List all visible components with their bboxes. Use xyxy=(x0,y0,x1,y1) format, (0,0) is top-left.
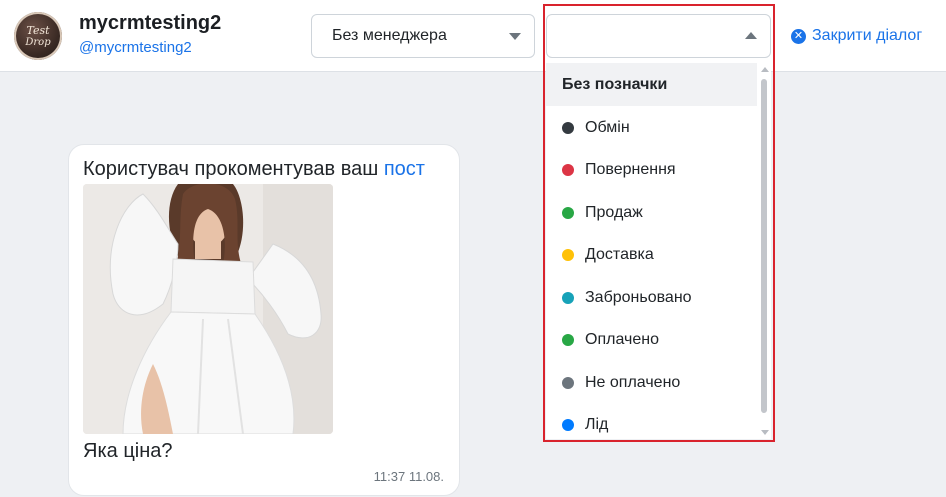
dropdown-option-label: Продаж xyxy=(585,203,643,221)
dropdown-option-label: Без позначки xyxy=(562,75,668,93)
scroll-up-arrow-icon[interactable] xyxy=(761,67,769,72)
dropdown-option-label: Доставка xyxy=(585,245,654,263)
close-dialog-label: Закрити діалог xyxy=(812,27,923,44)
dropdown-option-unpaid[interactable]: Не оплачено xyxy=(546,361,758,404)
avatar-text-line2: Drop xyxy=(24,37,51,48)
dropdown-option-sale[interactable]: Продаж xyxy=(546,191,758,234)
status-dot-icon xyxy=(562,418,574,431)
chevron-up-icon xyxy=(745,32,757,39)
chevron-down-icon xyxy=(509,33,521,40)
status-dot-icon xyxy=(562,333,574,346)
status-dot-icon xyxy=(562,121,574,134)
dropdown-option-label: Лід xyxy=(585,415,609,433)
comment-text: Яка ціна? xyxy=(83,440,173,462)
status-dot-icon xyxy=(562,291,574,304)
dropdown-option-return[interactable]: Повернення xyxy=(546,148,758,191)
post-link[interactable]: пост xyxy=(384,158,425,180)
message-bubble: Користувач прокоментував ваш пост Яка ці… xyxy=(68,144,460,496)
close-dialog-button[interactable]: ✕ Закрити діалог xyxy=(791,27,922,45)
label-dropdown-menu: Без позначки Обмін Повернення Продаж Дос… xyxy=(546,63,771,439)
avatar-logo-icon: Test Drop xyxy=(24,24,51,48)
dropdown-option-label: Обмін xyxy=(585,118,630,136)
dropdown-option-label: Не оплачено xyxy=(585,373,681,391)
white-dress-photo-icon xyxy=(83,184,333,434)
dropdown-option-label: Заброньовано xyxy=(585,288,692,306)
message-title: Користувач прокоментував ваш пост xyxy=(83,158,425,181)
dropdown-option-exchange[interactable]: Обмін xyxy=(546,106,758,149)
user-name: mycrmtesting2 xyxy=(79,12,222,34)
dropdown-option-label: Оплачено xyxy=(585,330,659,348)
message-timestamp: 11:37 11.08. xyxy=(373,469,444,484)
dropdown-option-no-label[interactable]: Без позначки xyxy=(546,63,758,106)
dropdown-option-lead[interactable]: Лід xyxy=(546,403,758,439)
chat-header: Test Drop mycrmtesting2 @mycrmtesting2 Б… xyxy=(0,0,946,72)
manager-select[interactable]: Без менеджера xyxy=(311,14,535,58)
label-select[interactable] xyxy=(546,14,771,58)
avatar-text-line1: Test xyxy=(26,24,50,37)
dropdown-option-reserved[interactable]: Заброньовано xyxy=(546,276,758,319)
user-handle-link[interactable]: @mycrmtesting2 xyxy=(79,39,192,56)
dropdown-option-delivery[interactable]: Доставка xyxy=(546,233,758,276)
message-title-text: Користувач прокоментував ваш xyxy=(83,158,384,180)
post-image[interactable] xyxy=(83,184,333,434)
scroll-down-arrow-icon[interactable] xyxy=(761,430,769,435)
status-dot-icon xyxy=(562,163,574,176)
dropdown-option-paid[interactable]: Оплачено xyxy=(546,318,758,361)
dropdown-option-label: Повернення xyxy=(585,160,676,178)
status-dot-icon xyxy=(562,248,574,261)
status-dot-icon xyxy=(562,376,574,389)
status-dot-icon xyxy=(562,206,574,219)
manager-select-value: Без менеджера xyxy=(332,27,447,44)
dropdown-scrollbar[interactable] xyxy=(757,63,771,439)
avatar[interactable]: Test Drop xyxy=(14,12,62,60)
scroll-thumb[interactable] xyxy=(761,79,767,413)
close-circle-icon: ✕ xyxy=(791,28,806,44)
